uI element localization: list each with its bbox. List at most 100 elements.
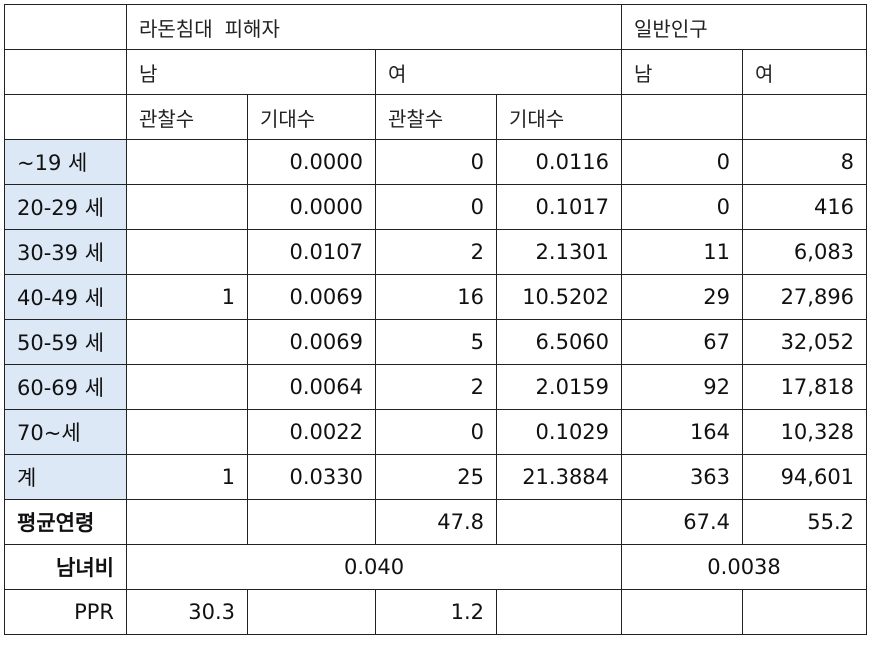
male-observed-cell: 1 (126, 274, 248, 320)
corner-cell (4, 49, 127, 95)
victims-female-header: 여 (374, 49, 623, 95)
female-observed-header: 관찰수 (375, 94, 497, 140)
male-observed-cell: 1 (126, 454, 248, 500)
general-male-cell: 92 (621, 364, 744, 410)
table-row: 20-29 세 0.0000 0 0.1017 0 416 (4, 184, 868, 230)
general-female-cell: 10,328 (742, 409, 868, 455)
general-male-cell: 363 (621, 454, 744, 500)
sex-ratio-label: 남녀비 (4, 544, 127, 590)
general-male-cell: 0 (621, 184, 744, 230)
female-observed-cell: 2 (375, 229, 497, 275)
general-female-cell: 27,896 (742, 274, 868, 320)
general-female-cell: 32,052 (742, 319, 868, 365)
radon-victims-table: 라돈침대 피해자 일반인구 남 여 남 여 관찰수 기대수 관찰수 기대수 ~1… (4, 4, 868, 635)
female-expected-cell: 0.1017 (495, 184, 623, 230)
female-expected-cell: 0.1029 (495, 409, 623, 455)
total-row: 계 1 0.0330 25 21.3884 363 94,601 (4, 454, 868, 500)
general-male-header: 남 (621, 49, 744, 95)
group-general-header: 일반인구 (621, 4, 868, 50)
header-row-measure: 관찰수 기대수 관찰수 기대수 (4, 94, 868, 140)
male-observed-cell (126, 409, 248, 455)
general-male-cell (621, 589, 744, 635)
corner-cell (4, 94, 127, 140)
ppr-label: PPR (4, 589, 127, 635)
general-female-cell: 8 (742, 139, 868, 185)
male-expected-header: 기대수 (247, 94, 376, 140)
female-observed-cell: 0 (375, 139, 497, 185)
mean-age-label: 평균연령 (4, 499, 127, 545)
table-row: 40-49 세 1 0.0069 16 10.5202 29 27,896 (4, 274, 868, 320)
group-victims-header: 라돈침대 피해자 (125, 4, 623, 50)
male-observed-cell: 30.3 (126, 589, 248, 635)
general-female-cell: 94,601 (742, 454, 868, 500)
table-row: 50-59 세 0.0069 5 6.5060 67 32,052 (4, 319, 868, 365)
general-male-cell: 29 (621, 274, 744, 320)
male-expected-cell: 0.0107 (247, 229, 376, 275)
male-expected-cell: 0.0069 (247, 274, 376, 320)
general-female-cell: 17,818 (742, 364, 868, 410)
male-expected-cell: 0.0069 (247, 319, 376, 365)
male-observed-cell (126, 229, 248, 275)
female-observed-cell: 47.8 (375, 499, 497, 545)
male-observed-cell (126, 499, 248, 545)
female-observed-cell: 25 (375, 454, 497, 500)
male-expected-cell (247, 499, 376, 545)
victims-sex-ratio-cell: 0.040 (125, 544, 623, 590)
male-expected-cell: 0.0022 (247, 409, 376, 455)
male-observed-header: 관찰수 (126, 94, 248, 140)
age-group-label: 70~세 (4, 409, 127, 455)
table-row: 70~세 0.0022 0 0.1029 164 10,328 (4, 409, 868, 455)
female-expected-cell: 2.1301 (495, 229, 623, 275)
general-male-cell: 0 (621, 139, 744, 185)
male-expected-cell: 0.0000 (247, 139, 376, 185)
male-observed-cell (126, 319, 248, 365)
table-row: 30-39 세 0.0107 2 2.1301 11 6,083 (4, 229, 868, 275)
female-observed-cell: 0 (375, 184, 497, 230)
female-expected-cell (495, 589, 623, 635)
age-group-label: 40-49 세 (4, 274, 127, 320)
corner-cell (4, 4, 127, 50)
age-group-label: 60-69 세 (4, 364, 127, 410)
general-female-header: 여 (742, 49, 868, 95)
female-observed-cell: 5 (375, 319, 497, 365)
female-observed-cell: 0 (375, 409, 497, 455)
header-row-sex: 남 여 남 여 (4, 49, 868, 95)
male-observed-cell (126, 184, 248, 230)
female-expected-cell: 6.5060 (495, 319, 623, 365)
general-male-cell: 67 (621, 319, 744, 365)
total-label: 계 (4, 454, 127, 500)
header-row-group: 라돈침대 피해자 일반인구 (4, 4, 868, 50)
general-sex-ratio-cell: 0.0038 (621, 544, 868, 590)
ppr-row: PPR 30.3 1.2 (4, 589, 868, 635)
sex-ratio-row: 남녀비 0.040 0.0038 (4, 544, 868, 590)
female-expected-cell: 2.0159 (495, 364, 623, 410)
female-expected-cell: 21.3884 (495, 454, 623, 500)
age-group-label: 30-39 세 (4, 229, 127, 275)
general-male-cell: 11 (621, 229, 744, 275)
male-expected-cell (247, 589, 376, 635)
age-group-label: 50-59 세 (4, 319, 127, 365)
general-female-cell: 6,083 (742, 229, 868, 275)
male-expected-cell: 0.0330 (247, 454, 376, 500)
table-row: 60-69 세 0.0064 2 2.0159 92 17,818 (4, 364, 868, 410)
empty-cell (742, 94, 868, 140)
female-observed-cell: 1.2 (375, 589, 497, 635)
general-male-cell: 67.4 (621, 499, 744, 545)
female-expected-header: 기대수 (495, 94, 623, 140)
empty-cell (621, 94, 744, 140)
female-observed-cell: 2 (375, 364, 497, 410)
mean-age-row: 평균연령 47.8 67.4 55.2 (4, 499, 868, 545)
general-female-cell: 55.2 (742, 499, 868, 545)
age-group-label: ~19 세 (4, 139, 127, 185)
male-expected-cell: 0.0000 (247, 184, 376, 230)
male-observed-cell (126, 139, 248, 185)
general-male-cell: 164 (621, 409, 744, 455)
table-row: ~19 세 0.0000 0 0.0116 0 8 (4, 139, 868, 185)
victims-male-header: 남 (126, 49, 376, 95)
female-expected-cell (495, 499, 623, 545)
male-expected-cell: 0.0064 (247, 364, 376, 410)
female-expected-cell: 10.5202 (495, 274, 623, 320)
general-female-cell (742, 589, 868, 635)
female-observed-cell: 16 (375, 274, 497, 320)
male-observed-cell (126, 364, 248, 410)
